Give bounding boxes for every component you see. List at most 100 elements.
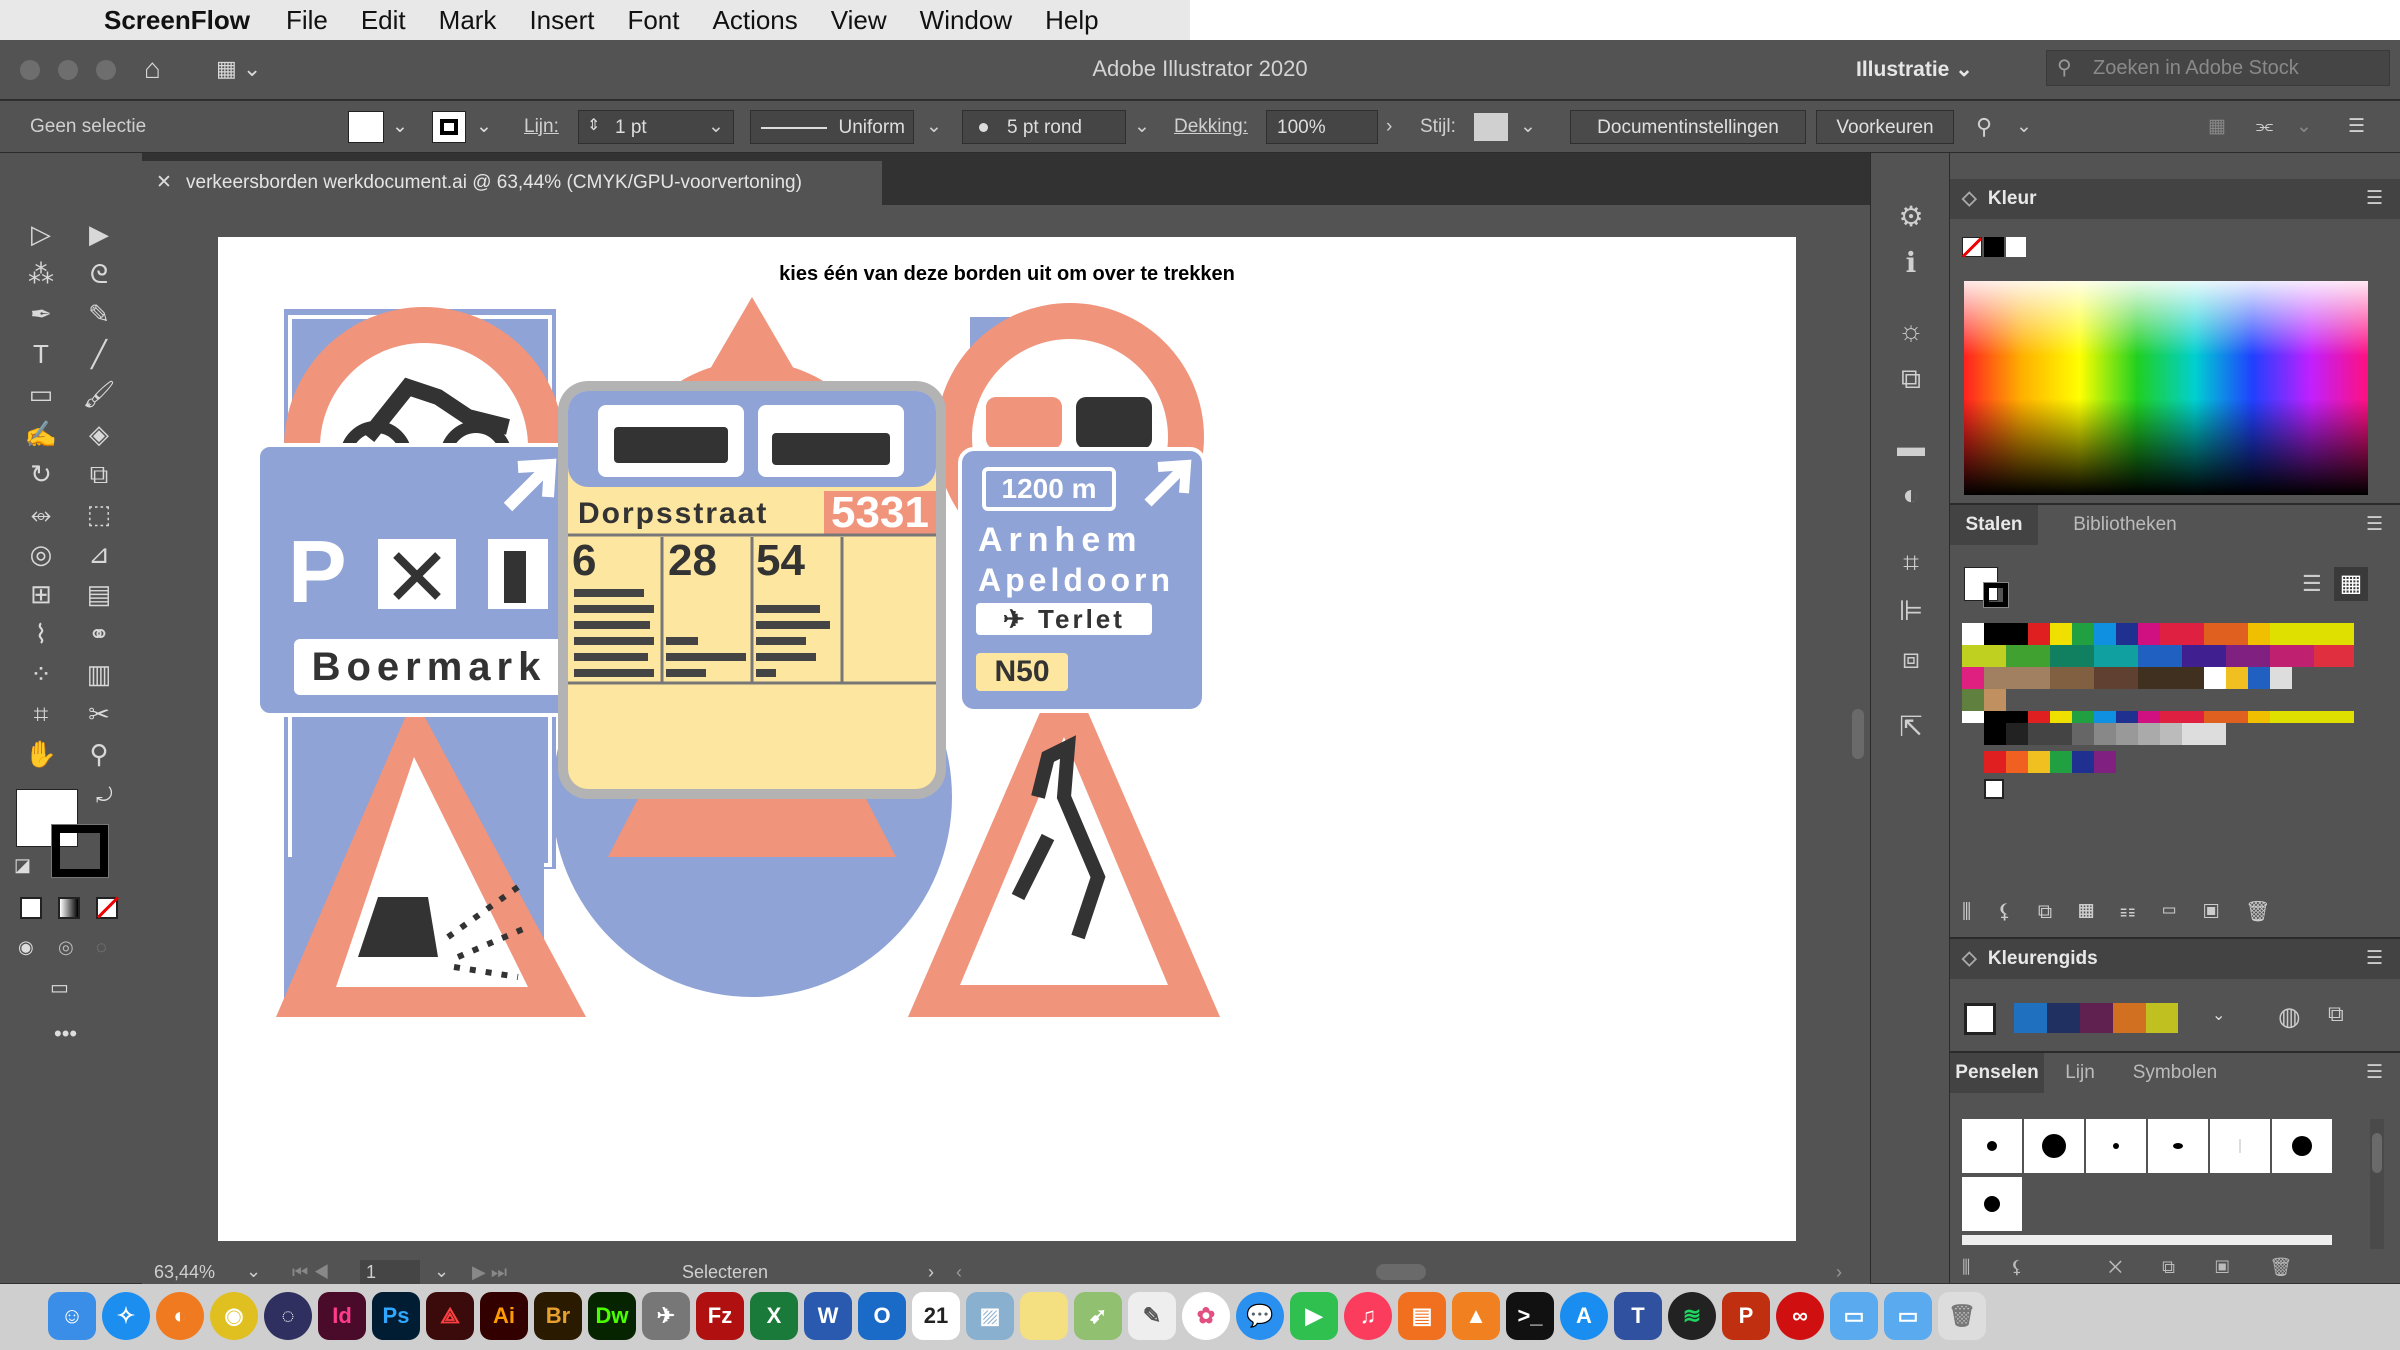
chevron-right-icon[interactable]: › [928,1260,944,1284]
brushes-scrollbar[interactable] [2370,1119,2384,1249]
collapse-icon[interactable]: ◇ [1962,948,1977,969]
chevron-down-icon[interactable]: ⌄ [1520,110,1536,144]
eyedropper-tool-icon[interactable]: ⌇ [24,617,58,651]
rectangle-tool-icon[interactable]: ▭ [24,377,58,411]
launchpad-icon[interactable]: ✈ [642,1292,690,1340]
align-panel-icon[interactable]: ⊫ [1893,593,1929,629]
transform-panel-icon[interactable]: ⧉ [1893,361,1929,397]
gradient-tool-icon[interactable]: ▤ [82,577,116,611]
canvas-area[interactable]: kies één van deze borden uit om over te … [142,205,1870,1260]
column-graph-tool-icon[interactable]: ▥ [82,657,116,691]
transform-icon[interactable]: ⫘ [2256,110,2284,144]
direct-selection-tool-icon[interactable]: ▶ [82,217,116,251]
firefox-icon[interactable]: ◐ [156,1292,204,1340]
chevron-down-icon[interactable]: ⌄ [2296,110,2312,144]
eraser-tool-icon[interactable]: ◈ [82,417,116,451]
photoshop-icon[interactable]: Ps [372,1292,420,1340]
chevron-down-icon[interactable]: ⌄ [2212,1005,2228,1031]
hand-tool-icon[interactable]: ✋ [24,737,58,771]
brush-swatch[interactable] [1962,1177,2022,1231]
folder-icon[interactable]: ▭ [1830,1292,1878,1340]
chevron-down-icon[interactable]: ⌄ [246,1260,262,1284]
workspace-switcher[interactable]: Illustratie ⌄ [1846,50,2006,90]
collapse-icon[interactable]: ◇ [1962,188,1977,209]
document-settings-button[interactable]: Documentinstellingen [1570,110,1806,144]
brights-swatch-group[interactable] [1962,751,2354,773]
excel-icon[interactable]: X [750,1292,798,1340]
horizontal-scroll-thumb[interactable] [1376,1264,1426,1280]
powerpoint-icon[interactable]: P [1722,1292,1770,1340]
music-icon[interactable]: ♫ [1344,1292,1392,1340]
chevron-down-icon[interactable]: ⌄ [392,110,408,144]
mesh-tool-icon[interactable]: ⊞ [24,577,58,611]
free-transform-tool-icon[interactable]: ⬚ [82,497,116,531]
messages-icon[interactable]: 💬 [1236,1292,1284,1340]
stroke-color-swatch[interactable] [432,111,466,143]
swatch-stroke-preview[interactable] [1983,582,2009,608]
vertical-scrollbar[interactable] [1850,215,1866,1251]
properties-icon[interactable]: ⚙ [1893,199,1929,235]
default-fill-stroke-icon[interactable]: ◪ [14,855,36,877]
menu-actions[interactable]: Actions [713,5,798,36]
menu-window[interactable]: Window [920,5,1012,36]
color-wheel-icon[interactable]: ◍ [2278,1001,2308,1031]
dreamweaver-icon[interactable]: Dw [588,1292,636,1340]
swatch-row-3[interactable] [1962,667,2354,689]
scale-tool-icon[interactable]: ⧉ [82,457,116,491]
illustrator-icon[interactable]: Ai [480,1292,528,1340]
swatch-row-4[interactable] [1962,689,2354,711]
downloads-folder-icon[interactable]: ▭ [1884,1292,1932,1340]
tab-symbols[interactable]: Symbolen [2120,1053,2230,1093]
chevron-down-icon[interactable]: ⌄ [476,110,492,144]
tab-libraries[interactable]: Bibliotheken [2050,505,2200,545]
none-mode-icon[interactable] [96,896,119,919]
tab-stroke[interactable]: Lijn [2050,1053,2110,1093]
appstore-icon[interactable]: A [1560,1292,1608,1340]
artboard-number-field[interactable]: 1 [360,1260,420,1284]
color-spectrum[interactable] [1964,281,2368,495]
none-color-icon[interactable] [1961,237,1983,258]
menu-app-name[interactable]: ScreenFlow [104,5,250,36]
brush-swatch[interactable] [2148,1119,2208,1173]
transparency-icon[interactable]: ◐ [1893,477,1929,513]
menu-file[interactable]: File [286,5,328,36]
panel-menu-icon[interactable]: ☰ [2366,505,2383,545]
tab-brushes[interactable]: Penselen [1950,1053,2044,1093]
acrobat-icon[interactable]: ⟁ [426,1292,474,1340]
traffic-signs-artwork[interactable] [218,237,1796,1241]
brushes-footer-icons[interactable]: ⫼⚸ ✕⧉▣🗑 [1962,1257,2382,1279]
indesign-icon[interactable]: Id [318,1292,366,1340]
line-tool-icon[interactable]: ╱ [82,337,116,371]
draw-normal-icon[interactable]: ◉ [18,937,44,959]
brush-definition[interactable]: 5 pt rond [962,110,1126,144]
selection-tool-icon[interactable]: ▷ [24,217,58,251]
panel-menu-icon[interactable]: ☰ [2366,179,2383,219]
export-icon[interactable]: ⇱ [1893,709,1929,745]
bridge-icon[interactable]: Br [534,1292,582,1340]
artboard[interactable]: kies één van deze borden uit om over te … [218,237,1796,1241]
more-tools-icon[interactable]: ••• [54,1021,90,1047]
save-color-group-icon[interactable]: ⧉ [2328,1001,2358,1031]
prev-artboard-icon[interactable]: ⏮ ◀ [292,1260,342,1284]
blend-tool-icon[interactable]: ⚭ [82,617,116,651]
menu-view[interactable]: View [831,5,887,36]
terminal-icon[interactable]: >_ [1506,1292,1554,1340]
shaper-tool-icon[interactable]: ✍ [24,417,58,451]
brush-library[interactable] [1962,1119,2332,1231]
width-tool-icon[interactable]: ⥈ [24,497,58,531]
stock-search-input[interactable]: ⚲ Zoeken in Adobe Stock [2046,50,2390,86]
paintbrush-tool-icon[interactable]: 🖌 [82,377,116,411]
artboards-icon[interactable]: ⌗ [1893,545,1929,581]
symbol-sprayer-tool-icon[interactable]: ⁘ [24,657,58,691]
draw-inside-icon[interactable]: ◌ [96,937,122,959]
panel-menu-icon[interactable]: ☰ [2348,110,2378,144]
screen-mode-icon[interactable]: ▭ [50,975,90,1001]
vertical-scroll-thumb[interactable] [1852,709,1864,759]
curvature-tool-icon[interactable]: ✎ [82,297,116,331]
maps-icon[interactable]: ➹ [1074,1292,1122,1340]
harmony-rules-swatches[interactable] [2014,1003,2178,1033]
type-tool-icon[interactable]: T [24,337,58,371]
finder-icon[interactable]: ☺ [48,1292,96,1340]
tab-swatches[interactable]: Stalen [1950,505,2038,545]
artboard-tool-icon[interactable]: ⌗ [24,697,58,731]
